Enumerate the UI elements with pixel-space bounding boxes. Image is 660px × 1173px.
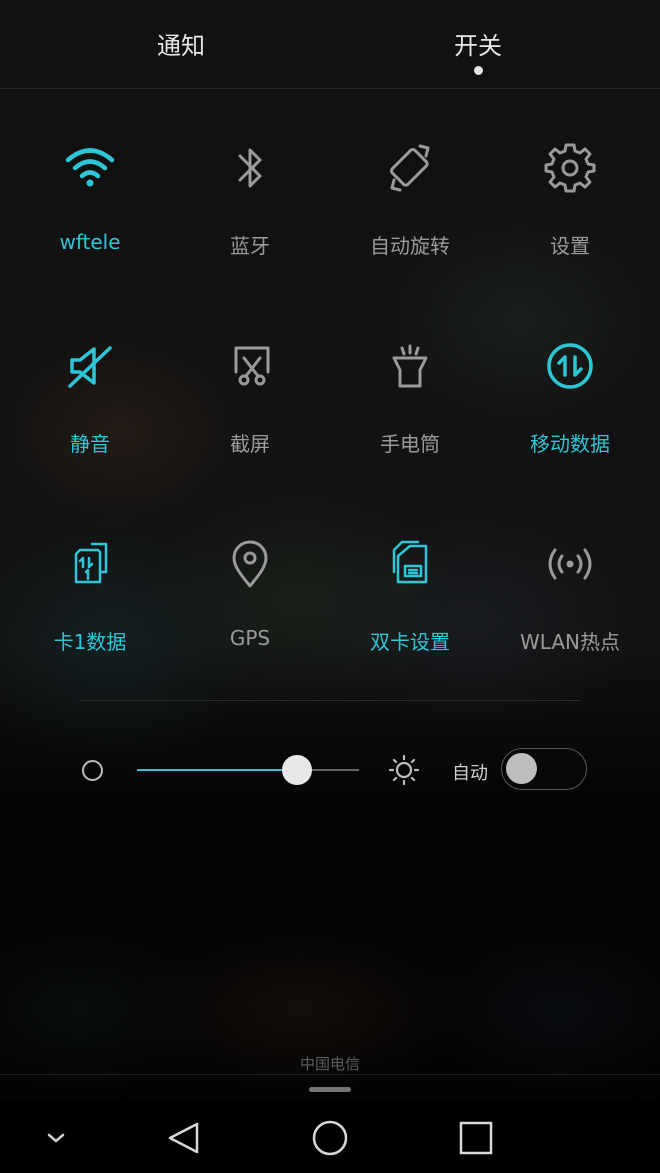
brightness-high-icon xyxy=(388,754,420,786)
back-icon[interactable] xyxy=(164,1118,204,1158)
slider-thumb[interactable] xyxy=(282,755,312,785)
toggle-label: 蓝牙 xyxy=(230,234,270,258)
wifi-icon xyxy=(60,138,120,198)
toggle-label: 截屏 xyxy=(230,432,270,456)
dual-sim-icon xyxy=(380,534,440,594)
toggle-label: 静音 xyxy=(70,432,110,456)
toggle-label: WLAN热点 xyxy=(519,630,621,654)
toggle-label: 卡1数据 xyxy=(53,630,127,654)
toggle-label: wftele xyxy=(59,230,121,254)
screenshot-icon xyxy=(220,336,280,396)
panel-drag-handle[interactable] xyxy=(309,1087,351,1092)
panel-tabs: 通知 开关 xyxy=(0,0,660,89)
active-tab-indicator xyxy=(474,66,483,75)
toggle-wlan-hotspot[interactable]: WLAN热点 xyxy=(490,516,650,686)
toggle-screenshot[interactable]: 截屏 xyxy=(170,318,330,488)
toggle-mobile-data[interactable]: 移动数据 xyxy=(490,318,650,488)
gear-icon xyxy=(540,138,600,198)
toggle-bluetooth[interactable]: 蓝牙 xyxy=(170,120,330,290)
auto-brightness-label: 自动 xyxy=(452,763,488,784)
hotspot-icon xyxy=(540,534,600,594)
toggle-sim1-data[interactable]: 卡1数据 xyxy=(10,516,170,686)
switch-knob xyxy=(506,753,537,784)
mobile-data-icon xyxy=(540,336,600,396)
navigation-bar xyxy=(0,1100,660,1173)
toggle-settings[interactable]: 设置 xyxy=(490,120,650,290)
home-icon[interactable] xyxy=(310,1118,350,1158)
recents-icon[interactable] xyxy=(456,1118,496,1158)
location-pin-icon xyxy=(220,534,280,594)
sim1-data-icon xyxy=(60,534,120,594)
toggle-label: 设置 xyxy=(550,234,590,258)
carrier-name: 中国电信 xyxy=(299,1055,360,1073)
brightness-slider[interactable] xyxy=(137,755,359,785)
quick-settings-panel: 通知 开关 wftele 蓝牙 自动旋转 设置 静音 截屏 手电筒 移动数据 卡… xyxy=(0,0,660,1173)
toggle-mute[interactable]: 静音 xyxy=(10,318,170,488)
tab-notifications[interactable]: 通知 xyxy=(101,26,261,61)
tab-switches[interactable]: 开关 xyxy=(398,26,558,61)
slider-fill xyxy=(137,769,297,771)
mute-icon xyxy=(60,336,120,396)
chevron-down-icon[interactable] xyxy=(36,1118,76,1158)
divider xyxy=(80,700,580,701)
toggle-gps[interactable]: GPS xyxy=(170,516,330,686)
toggle-auto-rotate[interactable]: 自动旋转 xyxy=(330,120,490,290)
toggle-flashlight[interactable]: 手电筒 xyxy=(330,318,490,488)
toggle-label: 自动旋转 xyxy=(370,234,450,258)
flashlight-icon xyxy=(380,336,440,396)
toggle-label: GPS xyxy=(229,626,271,650)
toggle-dual-sim[interactable]: 双卡设置 xyxy=(330,516,490,686)
toggle-wifi[interactable]: wftele xyxy=(10,120,170,290)
auto-rotate-icon xyxy=(380,138,440,198)
divider xyxy=(0,1074,660,1075)
bluetooth-icon xyxy=(220,138,280,198)
toggle-label: 双卡设置 xyxy=(370,630,450,654)
toggle-label: 移动数据 xyxy=(530,432,610,456)
auto-brightness-switch[interactable] xyxy=(501,748,587,790)
brightness-low-icon xyxy=(82,760,103,781)
toggle-label: 手电筒 xyxy=(380,432,440,456)
